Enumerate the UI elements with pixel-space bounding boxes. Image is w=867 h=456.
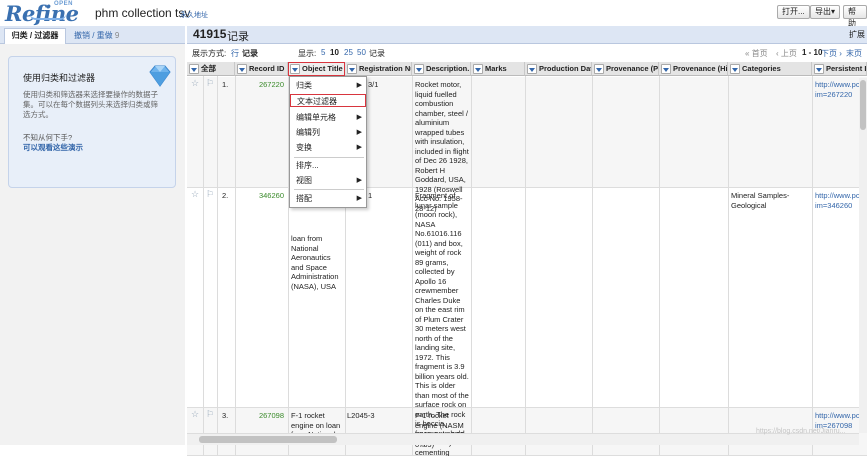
- column-menu-icon[interactable]: [237, 64, 247, 74]
- menu-item-text-filter[interactable]: 文本过滤器: [290, 94, 366, 107]
- column-menu-icon[interactable]: [661, 64, 671, 74]
- export-button[interactable]: 导出▾: [810, 5, 841, 19]
- project-name[interactable]: phm collection tsv: [95, 6, 190, 20]
- column-menu-icon[interactable]: [814, 64, 824, 74]
- page-size-25[interactable]: 25: [344, 48, 353, 57]
- prev-page-link[interactable]: ‹ 上页: [776, 48, 797, 59]
- app-header: Refine OPEN phm collection tsv 永久地址 打开..…: [0, 0, 867, 28]
- submenu-arrow-icon: ▶: [356, 195, 362, 202]
- column-menu-icon[interactable]: [594, 64, 604, 74]
- left-panel: 归类 / 过滤器 撤销 / 重做 9 使用归类和过滤器 使用归类和筛选器来选择要…: [0, 26, 185, 445]
- extend-button[interactable]: 扩展: [849, 29, 865, 40]
- logo-open-label: OPEN: [54, 1, 74, 7]
- column-menu-icon[interactable]: [414, 64, 424, 74]
- record-count-label: 记录: [227, 31, 249, 43]
- records-suffix: 记录: [369, 49, 385, 58]
- page-size-5[interactable]: 5: [321, 48, 325, 57]
- first-page-link[interactable]: « 首页: [745, 48, 768, 59]
- submenu-arrow-icon: ▶: [356, 144, 362, 151]
- tab-undo-redo[interactable]: 撤销 / 重做 9: [74, 30, 119, 41]
- menu-separator: [294, 157, 364, 158]
- column-menu-icon[interactable]: [347, 64, 357, 74]
- column-menu-icon[interactable]: [473, 64, 483, 74]
- diamond-icon: [149, 65, 171, 87]
- page-size-50[interactable]: 50: [357, 48, 366, 57]
- help-title: 使用归类和过滤器: [23, 73, 96, 83]
- menu-item-edit-cells[interactable]: 编辑单元格 ▶: [290, 111, 366, 124]
- column-header-all[interactable]: 全部: [187, 62, 235, 76]
- menu-item-view[interactable]: 视图 ▶: [290, 174, 366, 187]
- row-index: 2.: [222, 191, 229, 200]
- categories-cell[interactable]: Mineral Samples-Geological: [731, 191, 809, 210]
- registration-cell[interactable]: 3/1: [368, 80, 378, 90]
- vertical-scroll-thumb[interactable]: [860, 80, 866, 130]
- column-menu-icon[interactable]: [189, 64, 199, 74]
- submenu-arrow-icon: ▶: [356, 114, 362, 121]
- tab-undo-redo-label: 撤销 / 重做: [74, 31, 113, 40]
- column-header-production-date[interactable]: Production Date: [525, 62, 592, 76]
- menu-item-sort[interactable]: 排序...: [290, 159, 366, 172]
- registration-cell[interactable]: 1: [368, 191, 372, 201]
- record-id-cell[interactable]: 267220: [239, 80, 284, 90]
- show-as-label: 展示方式:: [192, 49, 227, 58]
- star-icon[interactable]: ☆: [191, 78, 199, 89]
- star-icon[interactable]: ☆: [191, 189, 199, 200]
- flag-icon[interactable]: ⚐: [206, 189, 214, 200]
- view-rows-link[interactable]: 行: [231, 48, 239, 59]
- menu-item-edit-column[interactable]: 编辑列 ▶: [290, 126, 366, 139]
- open-button[interactable]: 打开...: [777, 5, 810, 19]
- menu-separator: [294, 189, 364, 190]
- row-index: 3.: [222, 411, 229, 420]
- menu-item-reconcile[interactable]: 搭配 ▶: [290, 192, 366, 205]
- submenu-arrow-icon: ▶: [356, 177, 362, 184]
- help-text: 使用归类和筛选器来选择要操作的数据子集。可以在每个数据列头来选择归类或筛选方式。: [23, 90, 158, 119]
- row-index: 1.: [222, 80, 229, 89]
- page-range: 1 - 10: [802, 48, 823, 57]
- menu-item-transpose[interactable]: 变换 ▶: [290, 141, 366, 154]
- star-icon[interactable]: ☆: [191, 409, 199, 420]
- column-menu-icon[interactable]: [730, 64, 740, 74]
- page-size-10[interactable]: 10: [330, 48, 339, 57]
- submenu-arrow-icon: ▶: [356, 82, 362, 89]
- table-row: [187, 188, 867, 408]
- record-id-cell[interactable]: 267098: [239, 411, 284, 421]
- screencast-link[interactable]: 可以观看这些演示: [23, 142, 83, 153]
- help-button[interactable]: 帮助: [843, 5, 867, 28]
- column-header-description[interactable]: Description.: [412, 62, 471, 76]
- summary-bar: 41915 记录 扩展: [187, 26, 867, 44]
- column-header-object-title[interactable]: Object Title: [288, 62, 345, 76]
- column-header-persistent-link[interactable]: Persistent Li: [812, 62, 867, 76]
- column-menu-icon[interactable]: [527, 64, 537, 74]
- view-bar: 展示方式: 行 记录 显示: 5 10 25 50 记录 « 首页 ‹ 上页 1…: [187, 44, 867, 68]
- view-records-option[interactable]: 记录: [242, 48, 258, 59]
- permalink-link[interactable]: 永久地址: [180, 10, 208, 20]
- column-header-provenance-his[interactable]: Provenance (His: [659, 62, 728, 76]
- next-page-link[interactable]: 下页 ›: [821, 48, 842, 59]
- column-menu-icon[interactable]: [290, 64, 300, 74]
- horizontal-scroll-thumb[interactable]: [199, 436, 337, 443]
- flag-icon[interactable]: ⚐: [206, 409, 214, 420]
- column-header-categories[interactable]: Categories: [728, 62, 812, 76]
- logo-swoosh: [30, 14, 66, 20]
- left-tab-bar: 归类 / 过滤器 撤销 / 重做 9: [0, 26, 185, 44]
- tab-facet-filter[interactable]: 归类 / 过滤器: [4, 28, 66, 44]
- facet-help-box: 使用归类和过滤器 使用归类和筛选器来选择要操作的数据子集。可以在每个数据列头来选…: [8, 56, 176, 188]
- submenu-arrow-icon: ▶: [356, 129, 362, 136]
- record-count: 41915: [193, 27, 227, 41]
- registration-cell[interactable]: L2045-3: [347, 411, 375, 421]
- record-id-cell[interactable]: 346260: [239, 191, 284, 201]
- menu-item-facet[interactable]: 归类 ▶: [290, 79, 366, 92]
- vertical-scrollbar[interactable]: [859, 78, 867, 433]
- column-context-menu: 归类 ▶ 文本过滤器 编辑单元格 ▶ 编辑列 ▶ 变换 ▶ 排序... 视图 ▶ 搭配 ▶: [289, 76, 367, 208]
- column-header-marks[interactable]: Marks: [471, 62, 525, 76]
- watermark-text: https://blog.csdn.net/Jianru...: [756, 428, 846, 435]
- display-label: 显示:: [298, 49, 317, 58]
- object-title-cell[interactable]: loan from National Aeronautics and Space…: [291, 234, 343, 291]
- undo-count: 9: [114, 31, 120, 40]
- column-header-provenance-pro[interactable]: Provenance (Pro: [592, 62, 659, 76]
- column-header-registration[interactable]: Registration Nu: [345, 62, 412, 76]
- column-header-record-id[interactable]: Record ID: [235, 62, 288, 76]
- flag-icon[interactable]: ⚐: [206, 78, 214, 89]
